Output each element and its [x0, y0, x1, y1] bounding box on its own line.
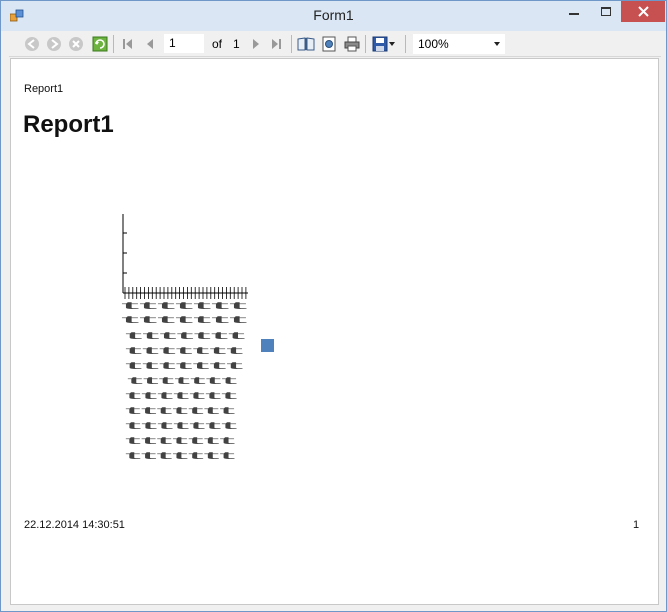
report-page[interactable]: Report1 Report1 ttttttt ttttttt ttttttt … — [10, 58, 659, 605]
first-page-button[interactable] — [119, 35, 137, 53]
previous-page-icon — [147, 39, 153, 49]
chart: ttttttt ttttttt ttttttt ttttttt ttttttt … — [121, 214, 274, 462]
toolbar-separator — [291, 35, 292, 53]
title-bar[interactable]: Form1 — [1, 1, 666, 31]
maximize-icon — [601, 6, 611, 16]
x-tick-label-scribble: ttttttt — [127, 376, 238, 387]
close-button[interactable] — [621, 1, 665, 22]
stop-icon — [69, 37, 83, 51]
x-tick-label-scribble: ttttttt — [125, 331, 246, 342]
forward-icon — [47, 37, 61, 51]
of-label: of — [212, 37, 223, 51]
x-tick-label-scribble: ttttttt — [125, 361, 244, 372]
chevron-down-icon — [494, 42, 500, 46]
refresh-button[interactable] — [91, 35, 109, 53]
x-tick-label-scribble: ttttttt — [121, 301, 248, 312]
printer-icon — [344, 36, 360, 52]
page-setup-button[interactable] — [320, 35, 338, 53]
next-page-button[interactable] — [247, 35, 265, 53]
legend-marker — [261, 339, 274, 352]
zoom-select[interactable]: 100% — [413, 34, 505, 54]
minimize-button[interactable] — [559, 1, 589, 22]
total-pages-label: 1 — [233, 37, 240, 51]
x-tick-label-scribble: ttttttt — [125, 421, 238, 432]
x-tick-label-scribble: ttttttt — [125, 346, 244, 357]
toolbar-separator — [365, 35, 366, 53]
print-layout-button[interactable] — [297, 35, 315, 53]
export-button[interactable] — [371, 35, 389, 53]
x-tick-label-scribble: ttttttt — [125, 391, 238, 402]
x-tick-label-scribble: ttttttt — [125, 436, 236, 447]
close-icon — [637, 6, 649, 17]
x-tick-labels: ttttttt ttttttt ttttttt ttttttt ttttttt … — [121, 301, 248, 462]
toolbar-separator — [405, 35, 406, 53]
maximize-button[interactable] — [591, 1, 621, 22]
report-title: Report1 — [23, 111, 114, 138]
minimize-icon — [569, 12, 579, 15]
forward-button[interactable] — [45, 35, 63, 53]
page-setup-icon — [322, 36, 336, 52]
save-icon — [372, 36, 388, 52]
chevron-down-icon — [389, 42, 395, 46]
export-dropdown-button[interactable] — [388, 35, 396, 53]
x-tick-label-scribble: ttttttt — [125, 406, 236, 417]
x-tick-label-scribble: ttttttt — [121, 315, 248, 326]
refresh-icon — [92, 36, 108, 52]
report-page-number: 1 — [633, 519, 640, 531]
book-icon — [297, 37, 315, 51]
report-execution-date: 22.12.2014 14:30:51 — [24, 519, 125, 531]
next-page-icon — [253, 39, 259, 49]
report-name-header: Report1 — [24, 83, 64, 95]
back-button[interactable] — [23, 35, 41, 53]
report-toolbar: 1 of 1 100% — [9, 31, 661, 57]
print-button[interactable] — [343, 35, 361, 53]
toolbar-separator — [113, 35, 114, 53]
previous-page-button[interactable] — [141, 35, 159, 53]
back-icon — [25, 37, 39, 51]
x-tick-label-scribble: ttttttt — [125, 451, 236, 462]
stop-button[interactable] — [67, 35, 85, 53]
zoom-value: 100% — [418, 37, 449, 51]
first-page-icon — [123, 39, 132, 49]
last-page-button[interactable] — [267, 35, 285, 53]
window: Form1 1 of 1 100% Report1 Report1 tttttt… — [0, 0, 667, 612]
last-page-icon — [272, 39, 281, 49]
current-page-input[interactable]: 1 — [164, 34, 204, 53]
